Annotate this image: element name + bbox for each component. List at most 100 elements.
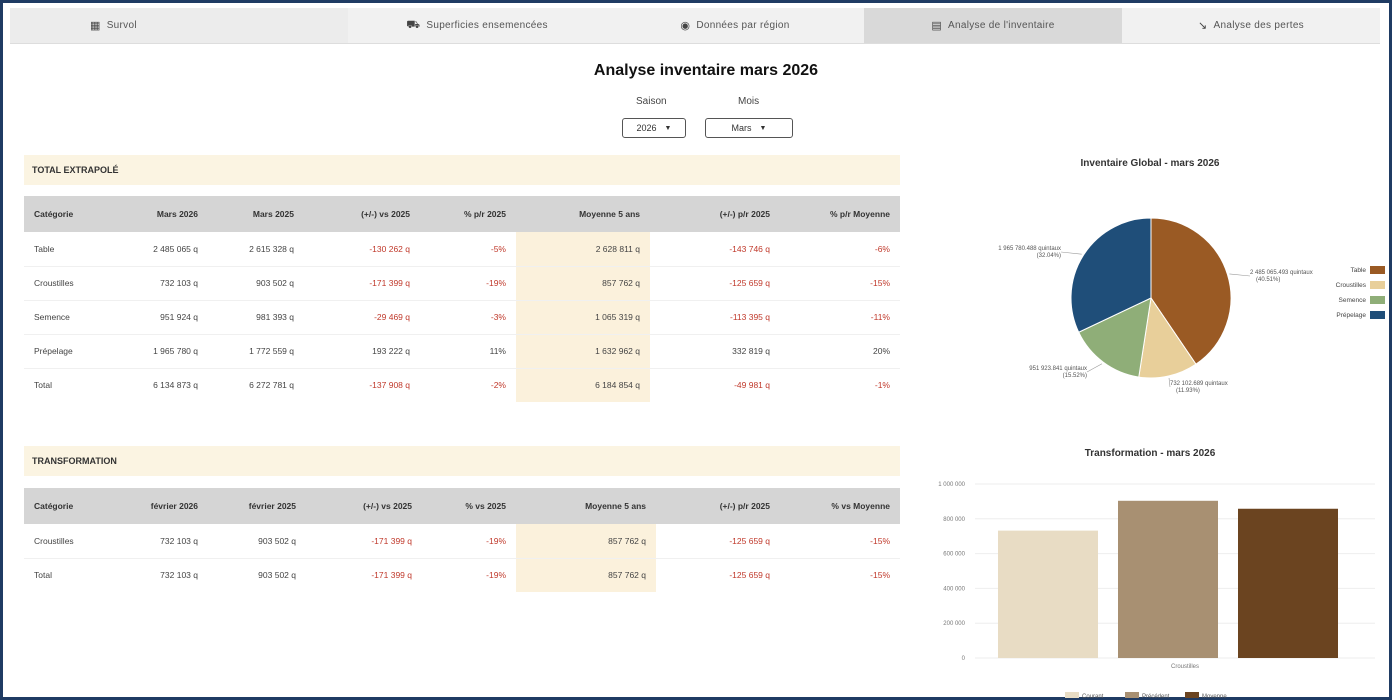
column-header: (+/-) vs 2025 bbox=[304, 196, 420, 232]
tab-bar: ▦ Survol ⛟ Superficies ensemencées ◉ Donnée… bbox=[10, 8, 1380, 44]
value-cell: -5% bbox=[420, 232, 516, 267]
value-cell: 732 103 q bbox=[120, 266, 208, 301]
section-total-extrapole: TOTAL EXTRAPOLÉ bbox=[24, 155, 900, 185]
value-cell: 857 762 q bbox=[516, 524, 656, 559]
y-tick-label: 800 000 bbox=[943, 517, 965, 523]
bar-courant[interactable] bbox=[998, 530, 1098, 658]
section-transformation: TRANSFORMATION bbox=[24, 446, 900, 476]
bar-moyenne[interactable] bbox=[1238, 508, 1338, 658]
y-tick-label: 400 000 bbox=[943, 586, 965, 592]
pie-legend-label: Prépelage bbox=[1336, 312, 1366, 319]
pie-data-label-percent: (40.51%) bbox=[1256, 277, 1280, 283]
category-cell: Croustilles bbox=[24, 266, 120, 301]
value-cell: -15% bbox=[780, 524, 900, 559]
column-header: février 2025 bbox=[208, 488, 306, 524]
x-tick-label: Croustilles bbox=[1171, 664, 1199, 670]
value-cell: 2 485 065 q bbox=[120, 232, 208, 267]
warehouse-icon: ▤ bbox=[931, 20, 943, 32]
table-row: Semence 951 924 q 981 393 q -29 469 q -3% 1 0… bbox=[24, 300, 900, 335]
y-tick-label: 0 bbox=[962, 656, 966, 662]
category-cell: Total bbox=[34, 570, 52, 581]
value-cell: -125 659 q bbox=[650, 266, 780, 301]
value-cell: 951 924 q bbox=[120, 300, 208, 335]
tab-donnees-region[interactable]: ◉ Données par région bbox=[606, 8, 864, 43]
pie-leader-line bbox=[1086, 363, 1103, 373]
value-cell: -15% bbox=[780, 266, 900, 301]
bar-legend-label: Précédent bbox=[1142, 694, 1170, 698]
value-cell: -11% bbox=[780, 300, 900, 335]
category-cell: Table bbox=[24, 232, 120, 267]
pie-chart: 2 485 065.493 quintaux(40.51%) 732 102.68… bbox=[998, 217, 1385, 394]
column-header: (+/-) vs 2025 bbox=[306, 488, 422, 524]
value-cell: -125 659 q bbox=[729, 570, 770, 581]
pie-legend-swatch bbox=[1370, 266, 1385, 274]
value-cell: -19% bbox=[420, 266, 516, 301]
value-cell: 903 502 q bbox=[208, 524, 306, 559]
value-cell: -2% bbox=[490, 380, 506, 391]
column-header: Mars 2026 bbox=[120, 196, 208, 232]
tab-superficies[interactable]: ⛟ Superficies ensemencées bbox=[348, 8, 606, 43]
value-cell: -125 659 q bbox=[656, 524, 780, 559]
column-header: (+/-) p/r 2025 bbox=[650, 196, 780, 232]
pie-data-label-percent: (11.93%) bbox=[1176, 388, 1200, 394]
season-label: Saison bbox=[636, 96, 667, 107]
pie-data-label-percent: (32.04%) bbox=[1037, 253, 1061, 259]
pie-leader-line bbox=[1229, 273, 1251, 277]
bar-précédent[interactable] bbox=[1118, 500, 1218, 658]
category-cell: Semence bbox=[24, 300, 120, 335]
tab-analyse-inventaire[interactable]: ▤ Analyse de l'inventaire bbox=[864, 8, 1122, 43]
bar-legend-swatch bbox=[1065, 692, 1079, 698]
table-row: Table 2 485 065 q2 615 328 q -130 262 q -5%… bbox=[24, 232, 900, 267]
value-cell: 2 628 811 q bbox=[516, 232, 650, 267]
bar-legend-label: Courant bbox=[1082, 694, 1104, 698]
month-select[interactable]: Mars ▼ bbox=[705, 118, 793, 138]
trend-down-icon: ↘ bbox=[1198, 20, 1208, 32]
value-cell: -29 469 q bbox=[304, 300, 420, 335]
bar-chart-title: Transformation - mars 2026 bbox=[1084, 448, 1216, 459]
pie-leader-line bbox=[1060, 251, 1082, 255]
value-cell: 903 502 q bbox=[208, 266, 304, 301]
value-cell: 903 502 q bbox=[258, 570, 296, 581]
bar-legend-label: Moyenne bbox=[1202, 694, 1227, 698]
pie-legend-swatch bbox=[1370, 281, 1385, 289]
extrapole-table: Catégorie Mars 2026 Mars 2025 (+/-) vs 2… bbox=[24, 196, 900, 402]
category-cell: Prépelage bbox=[24, 334, 120, 369]
value-cell: 981 393 q bbox=[208, 300, 304, 335]
value-cell: -171 399 q bbox=[306, 524, 422, 559]
value-cell: -49 981 q bbox=[734, 380, 770, 391]
table-row: Croustilles 732 103 q 903 502 q -171 399 q-… bbox=[24, 524, 900, 559]
tab-analyse-pertes[interactable]: ↘ Analyse des pertes bbox=[1122, 8, 1380, 43]
pie-data-label: 951 923.841 quintaux bbox=[1029, 366, 1087, 372]
pie-data-label: 732 102.689 quintaux bbox=[1170, 381, 1228, 387]
pie-legend-swatch bbox=[1370, 311, 1385, 319]
column-header: Catégorie bbox=[24, 196, 120, 232]
pie-data-label: 2 485 065.493 quintaux bbox=[1250, 270, 1313, 276]
page-title: Analyse inventaire mars 2026 bbox=[593, 62, 819, 79]
pie-data-label-percent: (15.52%) bbox=[1063, 373, 1087, 379]
transformation-table: Catégorie février 2026 février 2025 (+/-… bbox=[24, 488, 900, 592]
chevron-down-icon: ▼ bbox=[664, 124, 672, 132]
pie-legend-label: Semence bbox=[1339, 297, 1367, 304]
pie-legend-label: Table bbox=[1350, 267, 1366, 274]
tab-survol[interactable]: ▦ Survol bbox=[10, 8, 348, 43]
value-cell: 332 819 q bbox=[650, 334, 780, 369]
value-cell: -19% bbox=[486, 570, 506, 581]
value-cell: 6 184 854 q bbox=[516, 368, 650, 402]
column-header: % p/r Moyenne bbox=[780, 196, 900, 232]
value-cell: 1 965 780 q bbox=[120, 334, 208, 369]
column-header: Mars 2025 bbox=[208, 196, 304, 232]
value-cell: 6 272 781 q bbox=[249, 380, 294, 391]
value-cell: -113 395 q bbox=[650, 300, 780, 335]
column-header: Moyenne 5 ans bbox=[516, 196, 650, 232]
table-row: Total 732 103 q 903 502 q -171 399 q -19% 857… bbox=[24, 558, 900, 592]
y-tick-label: 1 000 000 bbox=[938, 482, 965, 488]
value-cell: -6% bbox=[780, 232, 900, 267]
value-cell: -171 399 q bbox=[371, 570, 412, 581]
column-header: % vs Moyenne bbox=[780, 488, 900, 524]
month-label: Mois bbox=[738, 96, 760, 107]
tractor-icon: ⛟ bbox=[406, 18, 421, 31]
value-cell: 11% bbox=[420, 334, 516, 369]
value-cell: 1 065 319 q bbox=[516, 300, 650, 335]
value-cell: 857 762 q bbox=[516, 558, 656, 592]
season-select[interactable]: 2026 ▼ bbox=[622, 118, 686, 138]
